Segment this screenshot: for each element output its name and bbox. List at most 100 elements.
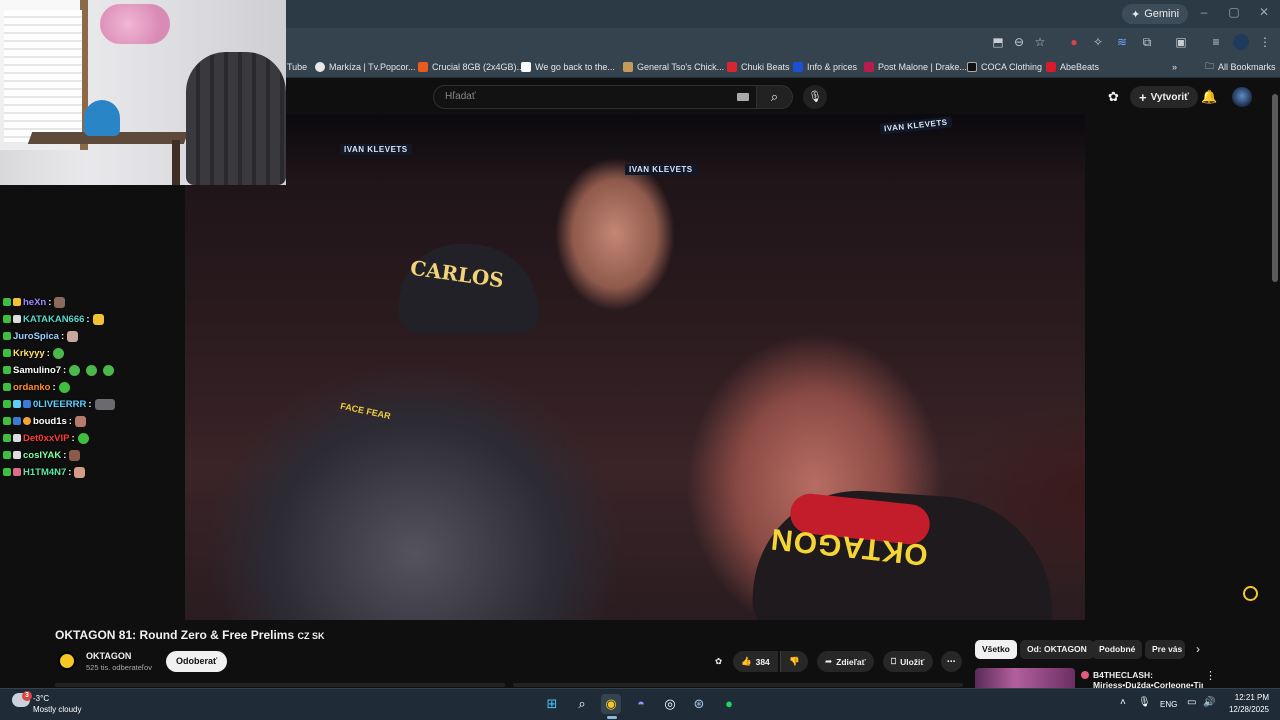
recipe-icon xyxy=(623,62,633,72)
bookmark-item[interactable]: Markíza | Tv.Popcor... xyxy=(315,60,416,74)
bookmark-item[interactable]: COCA Clothing xyxy=(967,60,1042,74)
subscribe-button[interactable]: Odoberať xyxy=(166,651,228,672)
emote-icon xyxy=(54,296,66,308)
dislike-button[interactable]: 👎 xyxy=(780,651,808,672)
save-button[interactable]: ⎕ Uložiť xyxy=(883,651,933,672)
chat-message: Samulino7: xyxy=(3,363,115,377)
chat-username: JuroSpica xyxy=(13,330,59,342)
crucial-icon xyxy=(418,62,428,72)
channel-name[interactable]: OKTAGON xyxy=(86,651,131,661)
extension-icon[interactable]: ✧ xyxy=(1090,34,1106,50)
thumbs-down-icon: 👎 xyxy=(789,656,800,666)
chat-message: cosIYAK: xyxy=(3,448,81,462)
search-button[interactable]: ⌕ xyxy=(757,85,793,109)
cast-sparkle-icon[interactable]: ✿ xyxy=(1108,89,1119,105)
comments-box[interactable] xyxy=(513,683,963,687)
channel-watermark-icon[interactable] xyxy=(1243,586,1258,601)
all-bookmarks[interactable]: 🗀 All Bookmarks xyxy=(1205,60,1276,74)
more-actions-button[interactable]: ⋯ xyxy=(941,651,962,672)
chip-all[interactable]: Všetko xyxy=(975,640,1017,659)
minimize-icon[interactable]: – xyxy=(1197,5,1211,19)
video-player[interactable]: IVAN KLEVETS IVAN KLEVETS IVAN KLEVETS C… xyxy=(185,114,1085,620)
bookmark-item[interactable]: Crucial 8GB (2x4GB)... xyxy=(418,60,524,74)
discord-icon[interactable]: ◓ xyxy=(631,694,651,714)
search-input[interactable]: Hľadať xyxy=(433,85,757,109)
bookmark-item[interactable]: Post Malone | Drake... xyxy=(864,60,967,74)
abebeats-icon xyxy=(1046,62,1056,72)
share-button[interactable]: ➦ Zdieľať xyxy=(817,651,874,672)
spotify-icon[interactable]: ● xyxy=(719,694,739,714)
extension-record-icon[interactable]: ● xyxy=(1066,34,1082,50)
network-icon[interactable]: ▭ xyxy=(1187,697,1196,708)
temperature[interactable]: -3°C xyxy=(33,694,49,703)
emote-icon xyxy=(69,449,81,461)
account-avatar[interactable] xyxy=(1232,87,1252,107)
clock-time[interactable]: 12:21 PM xyxy=(1233,693,1269,702)
recommendation-thumbnail[interactable] xyxy=(975,668,1075,688)
chip-for-you[interactable]: Pre vás xyxy=(1145,640,1185,659)
side-panel-icon[interactable]: ▣ xyxy=(1173,34,1189,50)
create-label: Vytvoriť xyxy=(1150,91,1189,103)
bookmarks-overflow-icon[interactable]: » xyxy=(1172,60,1177,74)
tray-overflow-icon[interactable]: ˄ xyxy=(1120,697,1126,708)
bookmark-item[interactable]: Tube xyxy=(287,60,307,74)
bookmark-item[interactable]: We go back to the... xyxy=(521,60,615,74)
video-title: OKTAGON 81: Round Zero & Free Prelims CZ… xyxy=(55,628,325,642)
close-icon[interactable]: ✕ xyxy=(1257,5,1271,19)
sub-badge-icon xyxy=(13,315,21,323)
install-app-icon[interactable]: ⬒ xyxy=(990,34,1006,50)
cam-plush-toy xyxy=(100,4,170,44)
mic-icon: 🎙 xyxy=(808,91,822,103)
media-icon[interactable]: ≡ xyxy=(1208,34,1224,50)
chat-username: cosIYAK xyxy=(23,449,62,461)
microphone-icon[interactable]: 🎙 xyxy=(1138,697,1151,708)
cam-desk-leg xyxy=(172,140,180,185)
windows-start-icon[interactable]: ⊞ xyxy=(542,694,562,714)
puzzle-icon[interactable]: ⧉ xyxy=(1139,34,1155,50)
recommendation-title[interactable]: B4THECLASH: Miriess•Dužda•Corleone•Tink xyxy=(1093,670,1203,690)
bookmark-item[interactable]: General Tso's Chick... xyxy=(623,60,724,74)
mod-badge-icon xyxy=(3,315,11,323)
chat-message: Krkyyy: xyxy=(3,346,64,360)
create-button[interactable]: + Vytvoriť xyxy=(1130,86,1198,108)
ask-sparkle-button[interactable]: ✿ xyxy=(711,651,726,672)
keyboard-icon[interactable] xyxy=(737,93,749,101)
gemini-button[interactable]: ✦ Gemini xyxy=(1122,4,1189,24)
chat-message: 0LIVEERRR: xyxy=(3,397,115,411)
channel-avatar[interactable] xyxy=(58,652,76,670)
active-app-indicator xyxy=(607,716,617,719)
obs-icon[interactable]: ◎ xyxy=(660,694,680,714)
kebab-menu-icon[interactable]: ⋮ xyxy=(1257,34,1273,50)
steam-icon[interactable]: ⊛ xyxy=(689,694,709,714)
scrollbar-thumb[interactable] xyxy=(1272,94,1278,282)
maximize-icon[interactable]: ▢ xyxy=(1227,5,1241,19)
bookmark-star-icon[interactable]: ☆ xyxy=(1032,34,1048,50)
chip-related[interactable]: Podobné xyxy=(1092,640,1143,659)
search-icon[interactable]: ⌕ xyxy=(572,694,592,714)
description-box[interactable] xyxy=(55,683,505,687)
bookmark-item[interactable]: Info & prices xyxy=(793,60,857,74)
sub-badge-icon xyxy=(13,468,21,476)
zoom-icon[interactable]: ⊖ xyxy=(1011,34,1027,50)
bookmark-item[interactable]: Chuki Beats xyxy=(727,60,790,74)
volume-icon[interactable]: 🔊 xyxy=(1203,697,1215,708)
clock-date[interactable]: 12/28/2025 xyxy=(1225,705,1269,714)
like-button[interactable]: 👍 384 xyxy=(733,651,778,672)
language-indicator[interactable]: ENG xyxy=(1160,700,1177,709)
extension-wave-icon[interactable]: ≋ xyxy=(1114,34,1130,50)
voice-search-button[interactable]: 🎙 xyxy=(803,85,827,109)
chevron-right-icon[interactable]: › xyxy=(1196,642,1200,656)
chrome-icon[interactable]: ◉ xyxy=(601,694,621,714)
genius-icon xyxy=(521,62,531,72)
bell-icon[interactable]: 🔔 xyxy=(1201,89,1217,105)
weather-condition[interactable]: Mostly cloudy xyxy=(33,705,81,714)
bookmark-item[interactable]: AbeBeats xyxy=(1046,60,1099,74)
chip-from-channel[interactable]: Od: OKTAGON xyxy=(1020,640,1094,659)
recommendation-menu-icon[interactable]: ⋮ xyxy=(1205,669,1216,682)
profile-avatar-icon[interactable] xyxy=(1233,34,1249,50)
emote-icon xyxy=(77,432,89,444)
cam-gaming-chair xyxy=(186,52,286,185)
chat-username: KATAKAN666 xyxy=(23,313,85,325)
shirt-logo: FACE FEAR xyxy=(339,400,392,422)
coca-icon xyxy=(967,62,977,72)
